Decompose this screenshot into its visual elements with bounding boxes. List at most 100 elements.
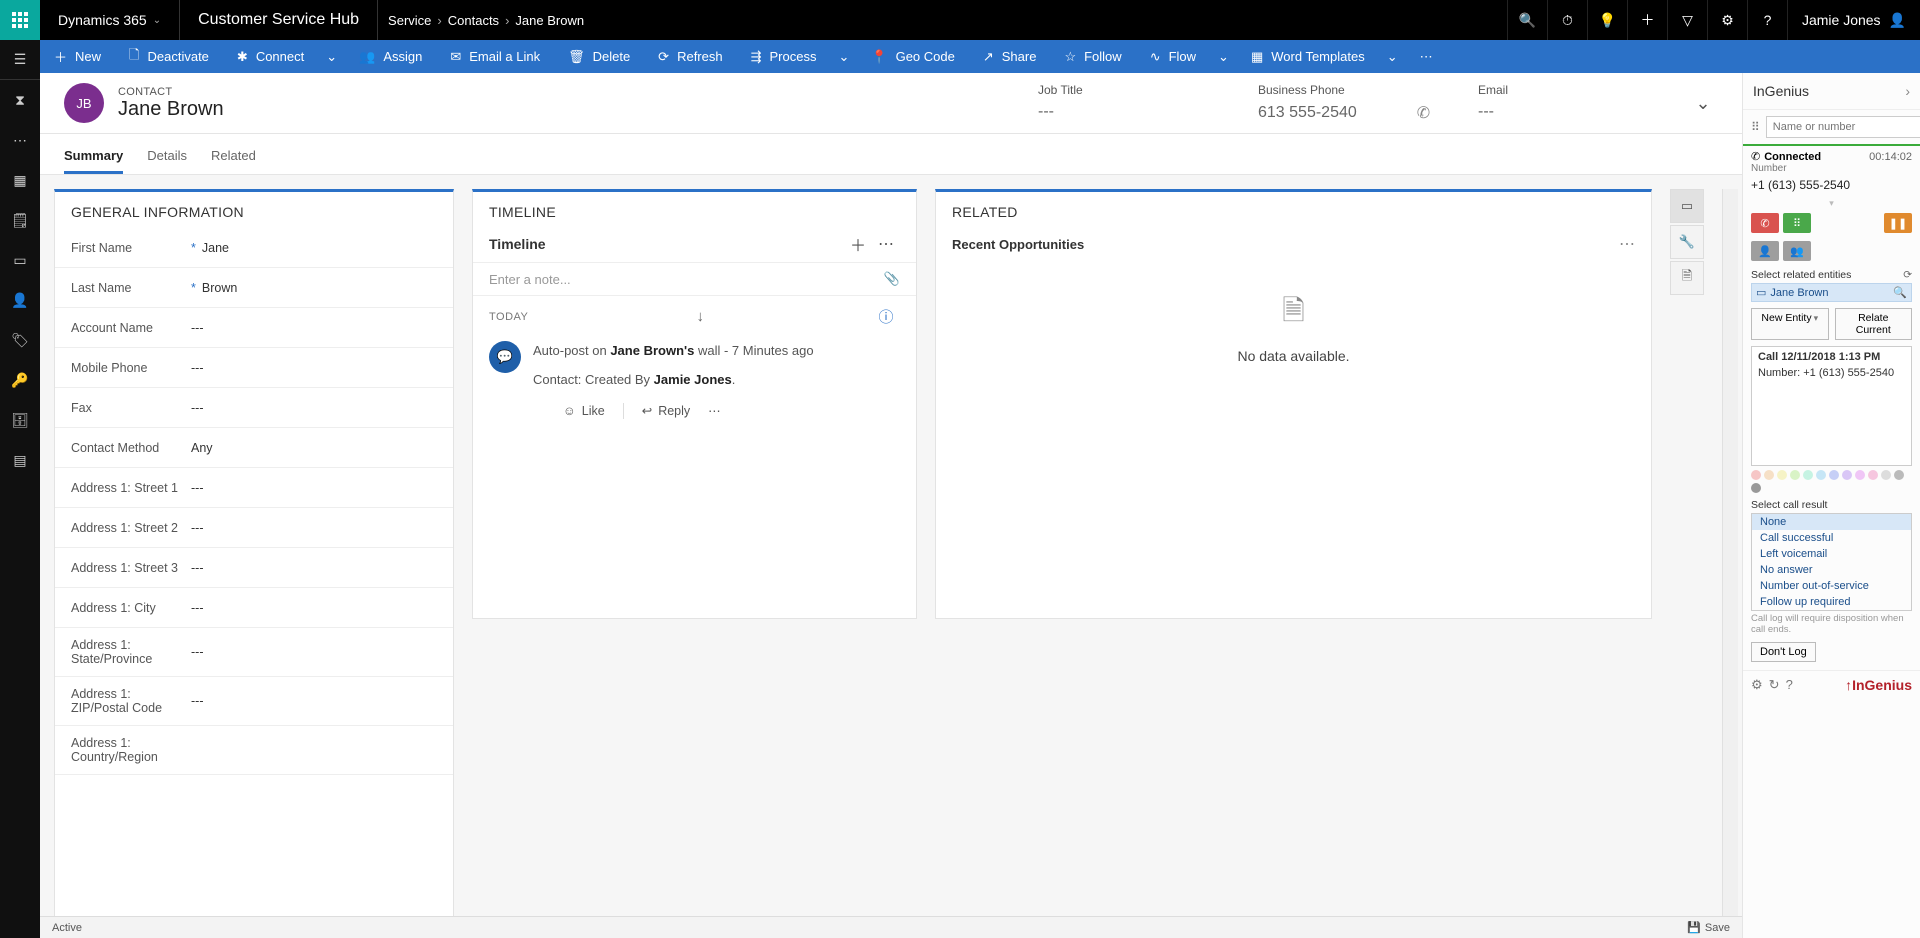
field-row[interactable]: Fax--- — [55, 388, 453, 428]
assistant-tab-icon[interactable]: ▭ — [1670, 189, 1704, 223]
color-swatch[interactable] — [1842, 470, 1852, 480]
call-log-textarea[interactable]: Call 12/11/2018 1:13 PM Number: +1 (613)… — [1751, 346, 1912, 466]
business-phone-value[interactable]: 613 555-2540 — [1258, 104, 1357, 122]
dont-log-button[interactable]: Don't Log — [1751, 642, 1816, 662]
note-input-row[interactable]: Enter a note... 📎 — [473, 262, 916, 296]
reply-button[interactable]: ↩Reply — [642, 401, 690, 421]
history-icon[interactable]: ↻ — [1769, 677, 1780, 693]
nav-contacts-icon[interactable]: 👤 — [0, 280, 40, 320]
add-note-icon[interactable]: ＋ — [844, 232, 872, 256]
color-swatch[interactable] — [1751, 483, 1761, 493]
user-menu[interactable]: Jamie Jones 👤 — [1787, 0, 1920, 40]
field-value[interactable]: Brown — [202, 281, 237, 295]
call-result-option[interactable]: Follow up required — [1752, 594, 1911, 610]
help-icon[interactable]: ? — [1747, 0, 1787, 40]
field-row[interactable]: Address 1: Street 1--- — [55, 468, 453, 508]
connect-button[interactable]: ✱Connect — [223, 40, 318, 73]
field-row[interactable]: Mobile Phone--- — [55, 348, 453, 388]
field-value[interactable]: --- — [191, 694, 204, 708]
email-value[interactable]: --- — [1478, 103, 1678, 121]
field-row[interactable]: First Name*Jane — [55, 228, 453, 268]
panel-expand-icon[interactable]: › — [1905, 83, 1910, 99]
field-row[interactable]: Address 1: State/Province--- — [55, 628, 453, 677]
brand-dropdown[interactable]: Dynamics 365 ⌄ — [40, 0, 180, 40]
field-value[interactable]: --- — [191, 321, 204, 335]
breadcrumb-item[interactable]: Jane Brown — [515, 13, 584, 28]
hangup-button[interactable]: ✆ — [1751, 213, 1779, 233]
assign-button[interactable]: 👥Assign — [345, 40, 436, 73]
field-value[interactable]: --- — [191, 645, 204, 659]
color-swatch[interactable] — [1790, 470, 1800, 480]
nav-accounts-icon[interactable]: ▭ — [0, 240, 40, 280]
field-value[interactable]: --- — [191, 361, 204, 375]
related-more-icon[interactable]: ⋯ — [1619, 234, 1635, 254]
field-row[interactable]: Address 1: Country/Region — [55, 726, 453, 775]
conference-button[interactable]: 👥 — [1783, 241, 1811, 261]
breadcrumb-item[interactable]: Service — [388, 13, 431, 28]
dialpad-icon[interactable]: ⠿ — [1751, 120, 1760, 134]
connect-dropdown[interactable]: ⌄ — [318, 49, 345, 65]
nav-knowledge-icon[interactable]: ▤ — [0, 440, 40, 480]
timeline-more-icon[interactable]: ⋯ — [872, 234, 900, 254]
hold-button[interactable]: ❚❚ — [1884, 213, 1912, 233]
phone-icon[interactable]: ✆ — [1417, 103, 1430, 123]
lightbulb-icon[interactable]: 💡 — [1587, 0, 1627, 40]
process-dropdown[interactable]: ⌄ — [830, 49, 857, 65]
color-swatch[interactable] — [1764, 470, 1774, 480]
color-swatch[interactable] — [1829, 470, 1839, 480]
color-swatch[interactable] — [1868, 470, 1878, 480]
nav-social-icon[interactable]: 🏷 — [0, 320, 40, 360]
email-link-button[interactable]: ✉Email a Link — [436, 40, 554, 73]
chevron-down-icon[interactable]: ▾ — [1743, 198, 1920, 209]
color-swatch[interactable] — [1751, 470, 1761, 480]
tab-related[interactable]: Related — [211, 142, 256, 174]
scrollbar[interactable] — [1722, 189, 1738, 938]
field-value[interactable]: --- — [191, 601, 204, 615]
follow-button[interactable]: ☆Follow — [1050, 40, 1135, 73]
word-templates-button[interactable]: ▦Word Templates — [1237, 40, 1379, 73]
field-value[interactable]: --- — [191, 521, 204, 535]
refresh-button[interactable]: ⟳Refresh — [644, 40, 736, 73]
tool-doc-icon[interactable]: 🗎 — [1670, 261, 1704, 295]
nav-more-icon[interactable]: ⋯ — [0, 120, 40, 160]
gear-icon[interactable]: ⚙ — [1707, 0, 1747, 40]
tab-details[interactable]: Details — [147, 142, 187, 174]
task-icon[interactable]: ⏱ — [1547, 0, 1587, 40]
call-result-option[interactable]: No answer — [1752, 562, 1911, 578]
deactivate-button[interactable]: 🗋Deactivate — [115, 40, 223, 73]
refresh-icon[interactable]: ⟳ — [1903, 269, 1912, 281]
more-commands[interactable]: ⋯ — [1410, 49, 1443, 65]
tab-summary[interactable]: Summary — [64, 142, 123, 174]
geocode-button[interactable]: 📍Geo Code — [857, 40, 968, 73]
breadcrumb-item[interactable]: Contacts — [448, 13, 499, 28]
flow-button[interactable]: ∿Flow — [1136, 40, 1210, 73]
new-button[interactable]: ＋New — [40, 40, 115, 73]
share-button[interactable]: ↗Share — [969, 40, 1051, 73]
new-entity-button[interactable]: New Entity▾ — [1751, 308, 1829, 340]
field-value[interactable]: Any — [191, 441, 213, 455]
field-value[interactable]: --- — [191, 401, 204, 415]
search-input[interactable] — [1766, 116, 1920, 138]
field-row[interactable]: Address 1: City--- — [55, 588, 453, 628]
help-icon[interactable]: ? — [1786, 677, 1793, 692]
nav-queues-icon[interactable]: 🗄 — [0, 400, 40, 440]
nav-activities-icon[interactable]: 🗒 — [0, 200, 40, 240]
attachment-icon[interactable]: 📎 — [884, 271, 900, 287]
search-small-icon[interactable]: 🔍 — [1893, 286, 1907, 299]
keypad-button[interactable]: ⠿ — [1783, 213, 1811, 233]
hamburger-icon[interactable]: ☰ — [0, 40, 40, 80]
call-result-option[interactable]: Call successful — [1752, 530, 1911, 546]
word-templates-dropdown[interactable]: ⌄ — [1379, 49, 1406, 65]
job-title-value[interactable]: --- — [1038, 103, 1238, 121]
call-result-option[interactable]: None — [1752, 514, 1911, 530]
plus-icon[interactable]: ＋ — [1627, 0, 1667, 40]
color-swatch[interactable] — [1894, 470, 1904, 480]
field-value[interactable]: Jane — [202, 241, 229, 255]
call-result-option[interactable]: Number out-of-service — [1752, 578, 1911, 594]
color-swatch[interactable] — [1777, 470, 1787, 480]
info-icon[interactable]: ⓘ — [872, 306, 900, 327]
related-entity-item[interactable]: ▭ Jane Brown 🔍 — [1751, 283, 1912, 302]
field-value[interactable]: --- — [191, 561, 204, 575]
field-row[interactable]: Contact MethodAny — [55, 428, 453, 468]
field-row[interactable]: Address 1: Street 3--- — [55, 548, 453, 588]
